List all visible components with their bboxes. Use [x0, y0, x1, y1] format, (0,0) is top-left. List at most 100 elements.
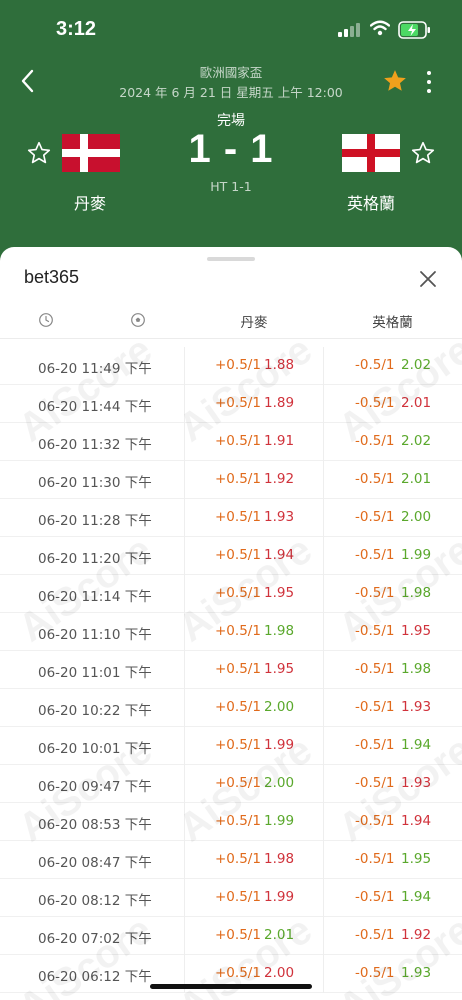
home-odds: 1.98: [264, 623, 295, 639]
away-handicap: -0.5/1: [355, 889, 395, 905]
odds-row: 06-20 11:28 下午 +0.5/1 1.93 -0.5/1 2.00: [0, 499, 462, 537]
status-time: 3:12: [56, 18, 97, 40]
odds-row: 06-20 11:49 下午 +0.5/1 1.88 -0.5/1 2.02: [0, 347, 462, 385]
away-odds: 2.02: [401, 357, 432, 373]
home-team-flag[interactable]: [62, 134, 120, 172]
away-team-flag[interactable]: [342, 134, 400, 172]
favorite-star-icon[interactable]: [382, 68, 408, 94]
odds-row: 06-20 10:01 下午 +0.5/1 1.99 -0.5/1 1.94: [0, 727, 462, 765]
odds-row: 06-20 08:53 下午 +0.5/1 1.99 -0.5/1 1.94: [0, 803, 462, 841]
home-team-name[interactable]: 丹麥: [50, 190, 130, 214]
away-odds: 2.01: [401, 395, 432, 411]
column-divider: [323, 727, 324, 765]
home-odds: 1.99: [264, 737, 295, 753]
close-button[interactable]: [416, 267, 440, 291]
odds-row: 06-20 11:32 下午 +0.5/1 1.91 -0.5/1 2.02: [0, 423, 462, 461]
odds-row: 06-20 07:02 下午 +0.5/1 2.01 -0.5/1 1.92: [0, 917, 462, 955]
away-handicap: -0.5/1: [355, 699, 395, 715]
away-odds: 1.98: [401, 585, 432, 601]
home-odds: 1.93: [264, 509, 295, 525]
column-divider: [184, 879, 185, 917]
away-follow-star-icon[interactable]: [410, 140, 436, 166]
column-divider: [184, 461, 185, 499]
home-handicap: +0.5/1: [215, 357, 261, 373]
odds-row: 06-20 11:14 下午 +0.5/1 1.95 -0.5/1 1.98: [0, 575, 462, 613]
odds-row: 06-20 11:10 下午 +0.5/1 1.98 -0.5/1 1.95: [0, 613, 462, 651]
sheet-grabber[interactable]: [207, 257, 255, 261]
home-handicap: +0.5/1: [215, 889, 261, 905]
soccer-ball-icon: [131, 313, 145, 327]
column-divider: [323, 537, 324, 575]
column-divider: [184, 765, 185, 803]
odds-history-list[interactable]: 06-20 11:49 下午 +0.5/1 1.88 -0.5/1 2.02 06-20 …: [0, 347, 462, 993]
away-handicap: -0.5/1: [355, 965, 395, 981]
column-divider: [323, 917, 324, 955]
away-handicap: -0.5/1: [355, 585, 395, 601]
odds-row: 06-20 08:12 下午 +0.5/1 1.99 -0.5/1 1.94: [0, 879, 462, 917]
battery-charging-icon: [398, 21, 430, 39]
home-odds: 1.91: [264, 433, 295, 449]
away-odds: 1.95: [401, 623, 432, 639]
home-handicap: +0.5/1: [215, 965, 261, 981]
column-divider: [323, 765, 324, 803]
home-odds: 1.88: [264, 357, 295, 373]
home-odds: 1.89: [264, 395, 295, 411]
column-divider: [184, 841, 185, 879]
away-odds: 1.94: [401, 889, 432, 905]
column-divider: [323, 651, 324, 689]
home-odds: 2.00: [264, 965, 295, 981]
column-divider: [184, 423, 185, 461]
column-divider: [184, 385, 185, 423]
column-home-team: 丹麥: [240, 315, 268, 331]
home-handicap: +0.5/1: [215, 927, 261, 943]
home-odds: 1.99: [264, 889, 295, 905]
odds-time: 06-20 06:12 下午: [38, 969, 152, 985]
away-odds: 1.93: [401, 699, 432, 715]
odds-time: 06-20 11:28 下午: [38, 513, 152, 529]
home-handicap: +0.5/1: [215, 813, 261, 829]
away-odds: 1.93: [401, 965, 432, 981]
wifi-icon: [370, 20, 390, 36]
away-odds: 1.94: [401, 813, 432, 829]
home-handicap: +0.5/1: [215, 661, 261, 677]
away-handicap: -0.5/1: [355, 395, 395, 411]
odds-time: 06-20 08:53 下午: [38, 817, 152, 833]
away-odds: 1.99: [401, 547, 432, 563]
odds-time: 06-20 08:47 下午: [38, 855, 152, 871]
away-handicap: -0.5/1: [355, 775, 395, 791]
odds-row: 06-20 10:22 下午 +0.5/1 2.00 -0.5/1 1.93: [0, 689, 462, 727]
home-indicator[interactable]: [150, 984, 312, 989]
away-odds: 1.93: [401, 775, 432, 791]
away-handicap: -0.5/1: [355, 661, 395, 677]
home-handicap: +0.5/1: [215, 471, 261, 487]
back-button[interactable]: [16, 66, 40, 96]
home-handicap: +0.5/1: [215, 623, 261, 639]
column-divider: [323, 803, 324, 841]
match-score: 1 - 1: [188, 127, 274, 171]
column-divider: [323, 499, 324, 537]
home-handicap: +0.5/1: [215, 547, 261, 563]
away-odds: 1.95: [401, 851, 432, 867]
odds-time: 06-20 09:47 下午: [38, 779, 152, 795]
home-odds: 2.01: [264, 927, 295, 943]
column-divider: [184, 613, 185, 651]
home-follow-star-icon[interactable]: [26, 140, 52, 166]
column-divider: [323, 841, 324, 879]
odds-time: 06-20 11:30 下午: [38, 475, 152, 491]
odds-column-header: 丹麥 英格蘭: [0, 301, 462, 339]
column-divider: [323, 575, 324, 613]
more-options-button[interactable]: [420, 68, 438, 94]
away-handicap: -0.5/1: [355, 851, 395, 867]
bookmaker-title: bet365: [24, 267, 80, 287]
status-bar: 3:12: [0, 0, 462, 56]
home-handicap: +0.5/1: [215, 737, 261, 753]
column-divider: [323, 461, 324, 499]
column-divider: [323, 347, 324, 385]
odds-time: 06-20 11:49 下午: [38, 361, 152, 377]
away-team-name[interactable]: 英格蘭: [330, 190, 412, 214]
home-odds: 2.00: [264, 775, 295, 791]
column-divider: [323, 613, 324, 651]
away-handicap: -0.5/1: [355, 813, 395, 829]
away-handicap: -0.5/1: [355, 509, 395, 525]
odds-row: 06-20 11:01 下午 +0.5/1 1.95 -0.5/1 1.98: [0, 651, 462, 689]
